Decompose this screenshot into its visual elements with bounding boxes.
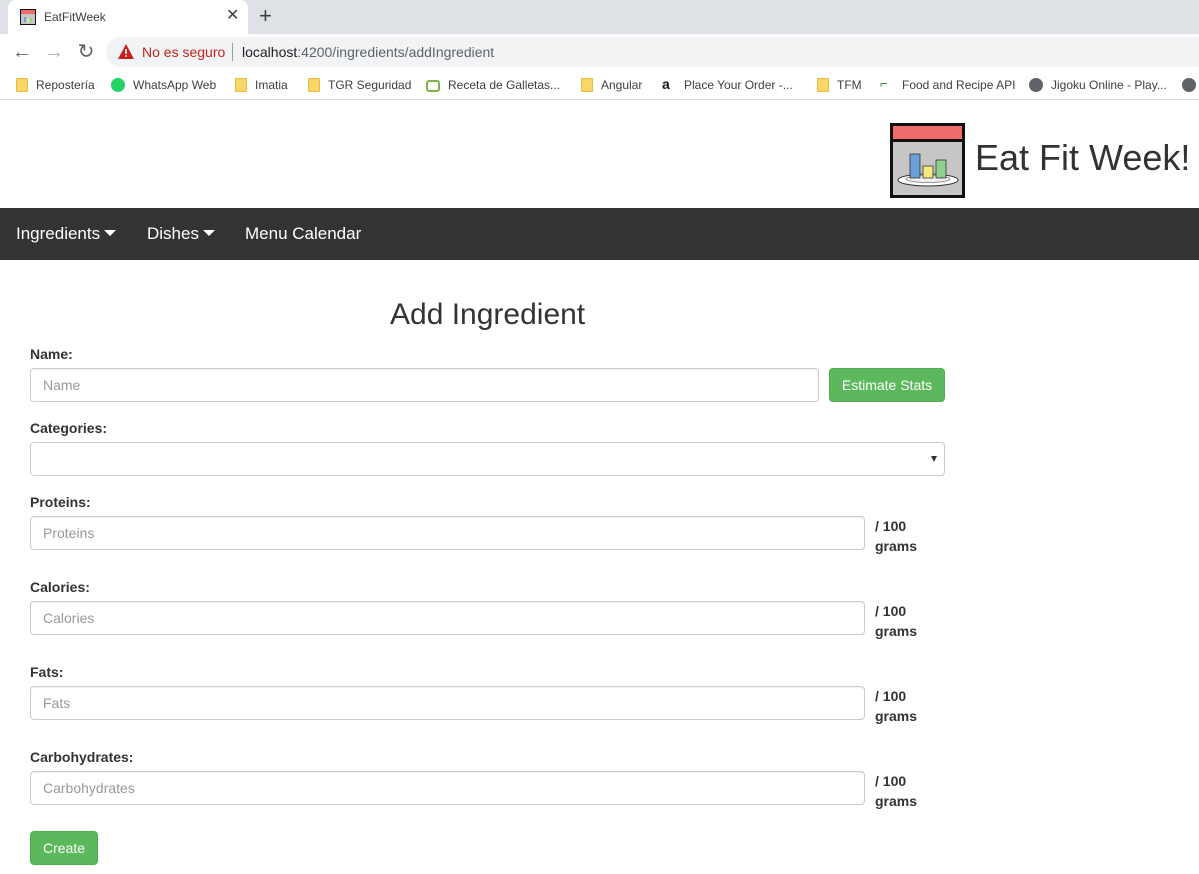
new-tab-button[interactable]: + — [259, 4, 272, 28]
bookmark-tfm[interactable]: TFM — [817, 77, 862, 93]
unit-grams: grams — [875, 623, 918, 639]
folder-icon — [235, 78, 247, 92]
bookmark-tgr-seguridad[interactable]: TGR Seguridad — [308, 77, 411, 93]
amazon-icon: a — [662, 76, 670, 92]
bookmark-label: Receta de Galletas... — [448, 78, 561, 92]
bookmark-overflow[interactable] — [1182, 77, 1199, 93]
proteins-input[interactable] — [30, 516, 865, 550]
carbohydrates-input[interactable] — [30, 771, 865, 805]
caret-down-icon — [202, 230, 215, 237]
unit-per: / 100 — [875, 518, 907, 534]
nav-ingredients-label: Ingredients — [16, 224, 101, 243]
bookmark-label: TGR Seguridad — [328, 78, 412, 92]
globe-icon — [1029, 78, 1043, 92]
nav-dishes-dropdown[interactable]: Dishes — [147, 224, 215, 244]
globe-icon — [1182, 78, 1196, 92]
bookmark-whatsapp[interactable]: WhatsApp Web — [111, 77, 216, 93]
browser-toolbar: ← → ↻ No es seguro localhost:4200/ingred… — [0, 34, 1199, 70]
plate-chart-icon — [897, 153, 959, 187]
fats-unit: / 100 grams — [875, 686, 935, 726]
bookmark-label: Jigoku Online - Play... — [1051, 78, 1167, 92]
browser-tab[interactable]: EatFitWeek ✕ — [8, 0, 248, 34]
dropdown-arrow-icon — [931, 456, 937, 462]
browser-tab-strip: EatFitWeek ✕ + — [0, 0, 1199, 34]
whatsapp-icon — [111, 78, 125, 92]
proteins-label: Proteins: — [30, 494, 91, 510]
name-label: Name: — [30, 346, 73, 362]
url-text[interactable]: localhost:4200/ingredients/addIngredient — [242, 44, 494, 60]
warning-icon — [118, 44, 134, 59]
app-logo[interactable] — [890, 123, 965, 198]
bookmark-food-recipe-api[interactable]: ⌐ Food and Recipe API — [880, 77, 1015, 93]
bookmark-label: Angular — [601, 78, 643, 92]
bookmark-receta-galletas[interactable]: Receta de Galletas... — [426, 77, 560, 93]
nav-ingredients-dropdown[interactable]: Ingredients — [16, 224, 117, 244]
url-path: :4200/ingredients/addIngredient — [297, 44, 495, 60]
bookmark-reposteria[interactable]: Repostería — [16, 77, 95, 93]
logo-top-bar — [893, 126, 962, 142]
fats-input[interactable] — [30, 686, 865, 720]
bookmark-place-your-order[interactable]: a Place Your Order -... — [662, 77, 793, 93]
categories-label: Categories: — [30, 420, 108, 436]
bookmark-label: Imatia — [255, 78, 288, 92]
main-navbar: Ingredients Dishes Menu Calendar — [0, 208, 1199, 260]
bookmark-label: Food and Recipe API — [902, 78, 1016, 92]
bookmark-jigoku-online[interactable]: Jigoku Online - Play... — [1029, 77, 1167, 93]
back-arrow-icon[interactable]: ← — [10, 40, 34, 64]
forward-arrow-icon[interactable]: → — [42, 40, 66, 64]
omnibox-divider — [232, 43, 233, 61]
unit-per: / 100 — [875, 603, 907, 619]
app-header: Eat Fit Week! — [0, 101, 1199, 208]
unit-grams: grams — [875, 708, 918, 724]
unit-grams: grams — [875, 538, 918, 554]
not-secure-label[interactable]: No es seguro — [142, 44, 225, 60]
folder-icon — [308, 78, 320, 92]
calories-unit: / 100 grams — [875, 601, 935, 641]
page-title: Add Ingredient — [390, 298, 586, 331]
nav-menu-calendar[interactable]: Menu Calendar — [245, 224, 361, 244]
bookmark-angular[interactable]: Angular — [581, 77, 642, 93]
create-button[interactable]: Create — [30, 831, 98, 865]
nav-dishes-label: Dishes — [147, 224, 199, 243]
unit-per: / 100 — [875, 688, 907, 704]
bookmark-label: Repostería — [36, 78, 95, 92]
calories-label: Calories: — [30, 579, 90, 595]
bookmarks-bar: Repostería WhatsApp Web Imatia TGR Segur… — [0, 70, 1199, 100]
bookmark-imatia[interactable]: Imatia — [235, 77, 288, 93]
unit-per: / 100 — [875, 773, 907, 789]
reload-icon[interactable]: ↻ — [74, 40, 98, 64]
bookmark-label: Place Your Order -... — [684, 78, 793, 92]
eatfitweek-favicon-icon — [20, 9, 36, 25]
brand-title: Eat Fit Week! — [975, 137, 1191, 178]
folder-icon — [581, 78, 593, 92]
calories-input[interactable] — [30, 601, 865, 635]
carbohydrates-label: Carbohydrates: — [30, 749, 134, 765]
folder-icon — [817, 78, 829, 92]
food-api-icon: ⌐ — [880, 76, 888, 91]
fats-label: Fats: — [30, 664, 64, 680]
bookmark-label: WhatsApp Web — [133, 78, 217, 92]
caret-down-icon — [104, 230, 117, 237]
carbohydrates-unit: / 100 grams — [875, 771, 935, 811]
bookmark-label: TFM — [837, 78, 862, 92]
close-tab-icon[interactable]: ✕ — [226, 7, 239, 25]
tab-title: EatFitWeek — [44, 10, 106, 24]
proteins-unit: / 100 grams — [875, 516, 935, 556]
categories-select[interactable] — [30, 442, 945, 476]
folder-icon — [16, 78, 28, 92]
name-input[interactable] — [30, 368, 819, 402]
unit-grams: grams — [875, 793, 918, 809]
url-host: localhost — [242, 44, 298, 60]
estimate-stats-button[interactable]: Estimate Stats — [829, 368, 945, 402]
address-bar[interactable]: No es seguro localhost:4200/ingredients/… — [106, 37, 1199, 67]
tv-icon — [426, 80, 440, 92]
